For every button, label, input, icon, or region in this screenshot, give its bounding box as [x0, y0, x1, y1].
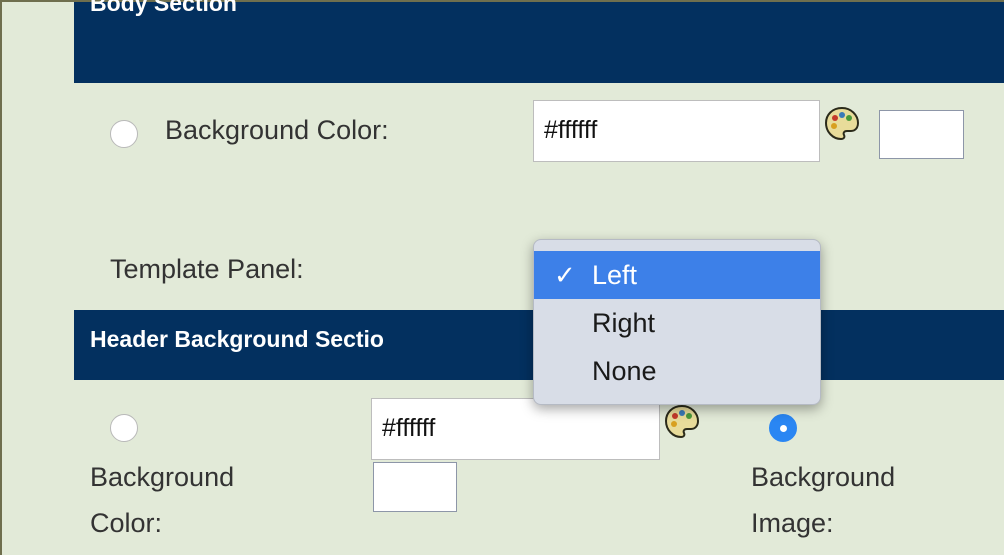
palette-icon[interactable] [664, 404, 700, 440]
header-background-color-label-line2: Color: [90, 508, 163, 538]
body-background-color-swatch[interactable] [879, 110, 964, 159]
body-section-header: Body Section [74, 0, 1004, 83]
body-background-color-label: Background Color: [165, 115, 389, 145]
header-background-section-title: Header Background Sectio [90, 326, 384, 352]
header-background-image-label-line1: Background [751, 462, 896, 492]
template-panel-dropdown[interactable]: ✓ Left Right None [533, 239, 821, 405]
template-panel-option-right[interactable]: Right [534, 299, 820, 347]
body-background-color-input[interactable]: #ffffff [533, 100, 820, 162]
header-background-color-radio[interactable] [110, 414, 138, 442]
check-icon: ✓ [554, 260, 576, 290]
body-background-color-radio[interactable] [110, 120, 138, 148]
header-background-color-input[interactable]: #ffffff [371, 398, 660, 460]
template-panel-label: Template Panel: [110, 254, 304, 284]
body-section-title: Body Section [90, 0, 237, 16]
template-panel-option-none[interactable]: None [534, 347, 820, 395]
header-background-color-label-line1: Background [90, 462, 235, 492]
template-panel-option-left[interactable]: ✓ Left [534, 251, 820, 299]
option-label: None [592, 356, 657, 386]
option-label: Right [592, 308, 656, 338]
option-label: Left [592, 260, 638, 290]
header-background-image-label-line2: Image: [751, 508, 834, 538]
header-background-image-radio[interactable] [769, 414, 797, 442]
header-background-color-swatch[interactable] [373, 462, 457, 512]
palette-icon[interactable] [824, 106, 860, 142]
